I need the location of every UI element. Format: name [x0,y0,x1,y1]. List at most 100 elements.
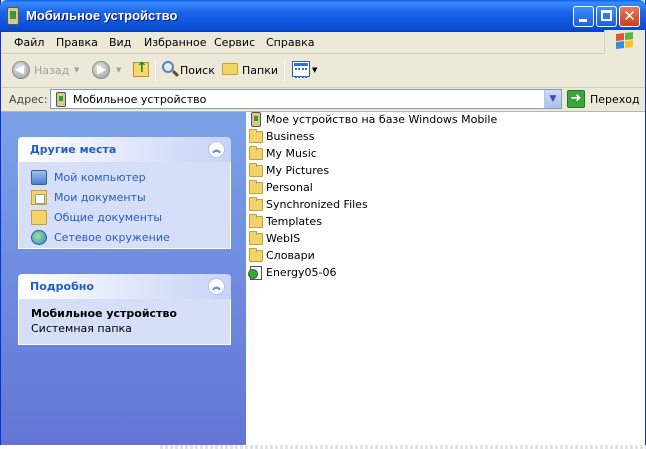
folder-icon [249,180,263,194]
my-documents-icon [31,190,47,205]
window-title: Мобильное устройство [26,8,178,23]
mobile-device-icon [56,92,66,107]
other-places-title: Другие места [30,143,117,156]
forward-arrow-icon [92,61,110,79]
file-item[interactable]: Мое устройство на базе Windows Mobile [249,112,639,128]
folders-label: Папки [242,64,278,77]
chevron-down-icon: ▼ [312,66,318,74]
chevron-down-icon: ▼ [116,66,122,74]
close-button[interactable]: ✕ [619,6,640,27]
file-name: Energy05-06 [266,266,337,279]
windows-logo [604,30,645,54]
folder-icon [249,197,263,211]
my-computer-icon [31,170,47,185]
menu-help[interactable]: Справка [266,36,314,49]
page-artifact [160,445,646,449]
file-item[interactable]: WebIS [249,231,639,247]
menu-file[interactable]: Файл [14,36,44,49]
file-item[interactable]: Energy05-06 [248,265,639,281]
file-item[interactable]: Synchronized Files [249,197,639,213]
network-icon [31,230,47,245]
place-label: Мой компьютер [54,171,146,184]
up-folder-icon [133,60,149,77]
file-name: Personal [266,181,313,194]
details-title: Подробно [30,280,94,293]
address-input[interactable]: Мобильное устройство ▼ [50,89,562,109]
go-arrow-icon: ➜ [567,90,585,108]
chevron-down-icon: ▼ [74,66,80,74]
file-name: Synchronized Files [266,198,368,211]
file-item[interactable]: Personal [249,180,639,196]
back-label: Назад [34,64,70,77]
place-my-computer[interactable]: Мой компьютер [31,168,218,188]
details-header[interactable]: Подробно ︽ [18,274,231,299]
back-button[interactable]: Назад ▼ [12,61,87,81]
place-network[interactable]: Сетевое окружение [31,228,218,248]
other-places-header[interactable]: Другие места ︽ [18,137,231,162]
minimize-icon [579,19,587,22]
toolbar-separator [155,60,156,82]
views-icon [292,61,310,78]
search-label: Поиск [180,64,215,77]
folder-icon [249,129,263,143]
file-item[interactable]: Business [249,129,639,145]
file-name: My Pictures [266,164,330,177]
place-my-documents[interactable]: Мои документы [31,188,218,208]
folder-icon [249,231,263,245]
task-pane: Другие места ︽ Мой компьютер Мои докумен… [1,112,246,445]
collapse-chevron-icon[interactable]: ︽ [208,278,225,295]
search-button[interactable]: Поиск [162,61,217,81]
menu-favorites[interactable]: Избранное [144,36,206,49]
back-arrow-icon [12,61,30,79]
menu-tools[interactable]: Сервис [214,36,255,49]
folder-icon [249,214,263,228]
details-type: Системная папка [31,322,132,335]
file-name: WebIS [266,232,301,245]
file-item[interactable]: Templates [249,214,639,230]
title-bar[interactable]: Мобильное устройство ✕ [0,0,646,32]
details-panel: Подробно ︽ Мобильное устройство Системна… [18,274,231,345]
place-label: Мои документы [54,191,146,204]
folders-icon [222,63,238,75]
go-button[interactable]: ➜ Переход [567,90,643,109]
place-shared-documents[interactable]: Общие документы [31,208,218,228]
file-item[interactable]: My Music [249,146,639,162]
maximize-button[interactable] [596,6,617,27]
other-places-body: Мой компьютер Мои документы Общие докуме… [18,162,231,249]
folders-button[interactable]: Папки [222,61,280,81]
details-body: Мобильное устройство Системная папка [18,299,231,345]
content-area: Другие места ︽ Мой компьютер Мои докумен… [1,112,645,445]
up-folder-button[interactable] [133,60,151,81]
menu-bar: Файл Правка Вид Избранное Сервис Справка [1,30,645,54]
search-icon [162,61,174,73]
file-item[interactable]: Словари [249,248,639,264]
menu-view[interactable]: Вид [109,36,131,49]
file-name: My Music [266,147,317,160]
address-dropdown-button[interactable]: ▼ [544,90,561,108]
toolbar: Назад ▼ ▼ Поиск Папки ▼ [1,55,645,88]
mobile-device-icon [251,112,261,127]
place-label: Общие документы [54,211,163,224]
file-name: Templates [266,215,322,228]
file-name: Business [266,130,315,143]
minimize-button[interactable] [573,6,594,27]
folder-icon [249,146,263,160]
address-label: Адрес: [9,93,48,106]
file-item[interactable]: My Pictures [249,163,639,179]
maximize-icon [601,10,612,21]
other-places-panel: Другие места ︽ Мой компьютер Мои докумен… [18,137,231,249]
address-value: Мобильное устройство [73,93,207,106]
forward-button[interactable]: ▼ [92,61,126,81]
go-label: Переход [590,93,640,106]
menu-edit[interactable]: Правка [56,36,98,49]
close-icon: ✕ [623,7,636,25]
collapse-chevron-icon[interactable]: ︽ [208,141,225,158]
folder-icon [249,163,263,177]
file-list: Мое устройство на базе Windows Mobile Bu… [246,112,645,445]
place-label: Сетевое окружение [54,231,170,244]
details-name: Мобильное устройство [31,307,177,320]
file-name: Мое устройство на базе Windows Mobile [266,113,498,126]
address-bar: Адрес: Мобильное устройство ▼ ➜ Переход [1,88,645,112]
mobile-device-icon [7,7,19,25]
views-button[interactable]: ▼ [292,61,322,81]
